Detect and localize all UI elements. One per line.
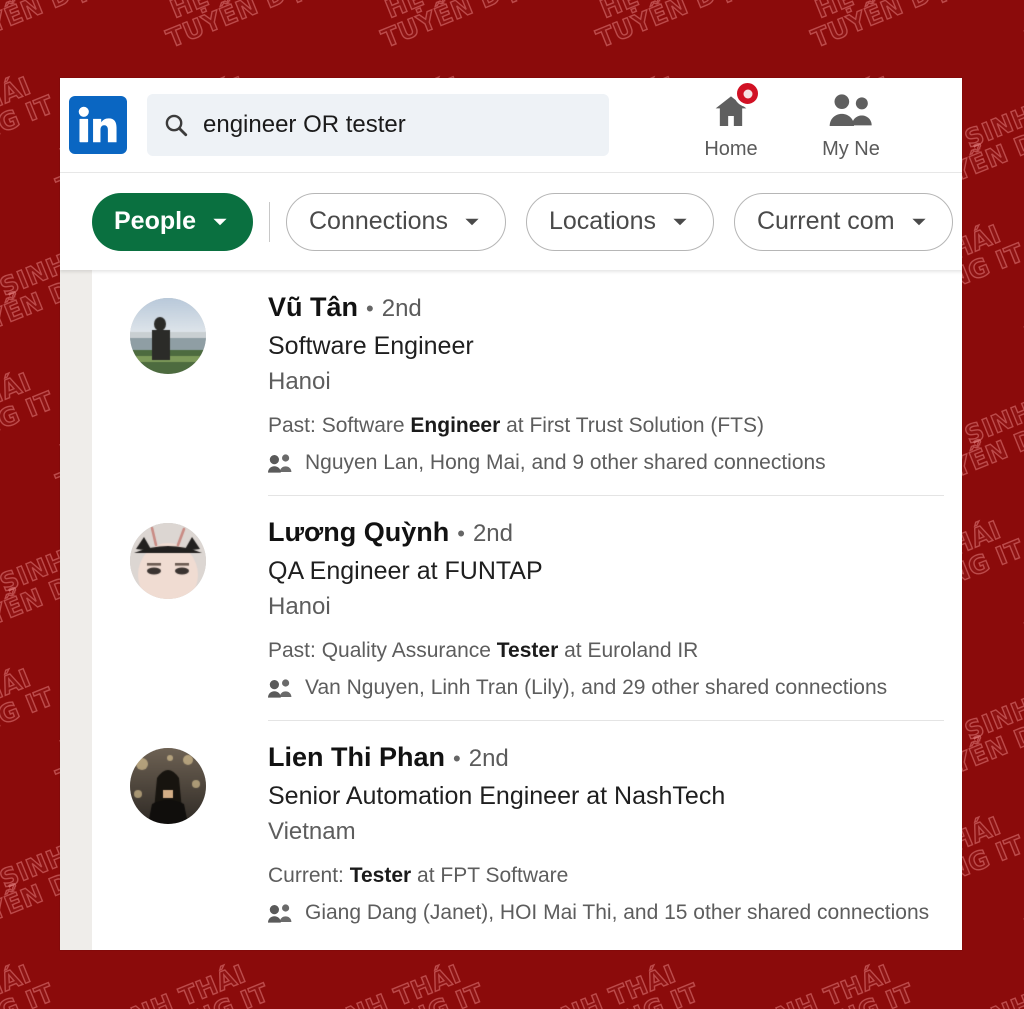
result-details: Vũ Tân • 2nd Software Engineer Hanoi Past: So… [268, 292, 826, 495]
filter-pill-current-company-label: Current com [757, 207, 895, 235]
result-experience-highlight: Engineer [410, 414, 501, 437]
filter-pill-current-company[interactable]: Current com [734, 192, 953, 251]
watermark-text: HỆ SINH THÁITUYỂN DỤNG IT [43, 956, 274, 1009]
watermark-text: HỆ SINH THÁITUYỂN DỤNG IT [0, 0, 169, 54]
result-location: Vietnam [268, 818, 356, 845]
watermark-text: HỆ SINH THÁITUYỂN DỤNG IT [0, 70, 59, 202]
filter-pill-locations-label: Locations [548, 207, 656, 235]
search-result-item[interactable]: Lương Quỳnh • 2nd QA Engineer at FUNTAP Hano… [130, 495, 962, 720]
result-experience: Past: Software Engineer at First Trust S… [268, 414, 764, 437]
page-gutter [60, 270, 92, 950]
chevron-down-icon [465, 218, 479, 225]
results-area: Vũ Tân • 2nd Software Engineer Hanoi Past: So… [60, 270, 962, 950]
result-separator: • [453, 746, 461, 771]
nav-item-my-network-label: My Ne [822, 138, 880, 160]
filter-pill-people[interactable]: People [92, 192, 253, 251]
result-headline: Senior Automation Engineer at NashTech [268, 782, 726, 810]
my-network-icon [826, 89, 876, 131]
result-shared-connections[interactable]: Van Nguyen, Linh Tran (Lily), and 29 oth… [268, 676, 887, 700]
nav-item-home-label: Home [704, 138, 758, 160]
result-divider [268, 720, 944, 721]
shared-connections-icon [268, 454, 292, 473]
shared-connections-icon [268, 904, 292, 923]
result-degree-badge: 2nd [381, 295, 422, 322]
filter-pill-locations[interactable]: Locations [525, 192, 714, 251]
watermark-text: HỆ SINH THÁITUYỂN DỤNG IT [0, 662, 59, 794]
result-name[interactable]: Lien Thi Phan [268, 742, 445, 773]
search-box[interactable] [147, 94, 609, 156]
result-headline: Software Engineer [268, 332, 474, 360]
result-experience: Past: Quality Assurance Tester at Eurola… [268, 639, 699, 662]
watermark-text: HỆ SINH THÁITUYỂN DỤNG IT [798, 0, 1024, 54]
watermark-text: HỆ SINH THÁITUYỂN DỤNG IT [0, 366, 59, 498]
list-bottom-edge [92, 940, 962, 950]
watermark-text: HỆ SINH THÁITUYỂN DỤNG IT [1013, 216, 1024, 350]
watermark-text: HỆ SINH THÁITUYỂN DỤNG IT [153, 0, 384, 54]
result-divider [268, 495, 944, 496]
home-icon [711, 80, 761, 131]
linkedin-logo[interactable] [69, 96, 127, 154]
result-separator: • [457, 521, 465, 546]
shared-connections-text: Nguyen Lan, Hong Mai, and 9 other shared… [305, 451, 826, 474]
watermark-text: HỆ SINH THÁITUYỂN DỤNG IT [1013, 0, 1024, 54]
result-experience-highlight: Tester [496, 639, 559, 662]
result-name[interactable]: Lương Quỳnh [268, 517, 449, 548]
result-degree-badge: 2nd [472, 520, 513, 547]
shared-connections-text: Giang Dang (Janet), HOI Mai Thi, and 15 … [305, 901, 930, 924]
result-experience: Current: Tester at FPT Software [268, 864, 569, 887]
search-filter-bar: People Connections Locations Current com [60, 173, 962, 270]
watermark-text: HỆ SINH THÁITUYỂN DỤNG IT [903, 956, 1024, 1009]
result-shared-connections[interactable]: Giang Dang (Janet), HOI Mai Thi, and 15 … [268, 901, 929, 925]
watermark-text: HỆ SINH THÁITUYỂN DỤNG IT [688, 956, 919, 1009]
result-headline: QA Engineer at FUNTAP [268, 557, 543, 585]
filter-pill-people-label: People [114, 207, 196, 235]
result-name-line: Vũ Tân • 2nd [268, 292, 826, 323]
result-location: Hanoi [268, 368, 331, 395]
result-shared-connections[interactable]: Nguyen Lan, Hong Mai, and 9 other shared… [268, 451, 826, 475]
search-result-item[interactable]: Vũ Tân • 2nd Software Engineer Hanoi Past: So… [130, 270, 962, 495]
result-degree-badge: 2nd [468, 745, 509, 772]
result-name-line: Lien Thi Phan • 2nd [268, 742, 929, 773]
result-details: Lien Thi Phan • 2nd Senior Automation Engin… [268, 742, 929, 945]
chevron-down-icon [673, 218, 687, 225]
search-results-list: Vũ Tân • 2nd Software Engineer Hanoi Past: So… [92, 270, 962, 950]
search-input[interactable] [203, 111, 593, 139]
watermark-text: HỆ SINH THÁITUYỂN DỤNG IT [1013, 808, 1024, 942]
avatar-vu-tan[interactable] [130, 298, 206, 374]
avatar-luong-quynh[interactable] [130, 523, 206, 599]
linkedin-window: Home My Ne People Connections [60, 78, 962, 950]
result-name-line: Lương Quỳnh • 2nd [268, 517, 887, 548]
result-experience-highlight: Tester [349, 864, 412, 887]
nav-item-home[interactable]: Home [687, 80, 775, 161]
search-result-item[interactable]: Lien Thi Phan • 2nd Senior Automation Engin… [130, 720, 962, 945]
global-nav-bar: Home My Ne [60, 78, 962, 173]
filter-pill-connections[interactable]: Connections [285, 192, 506, 251]
chevron-down-icon [213, 218, 227, 225]
result-location: Hanoi [268, 593, 331, 620]
watermark-text: HỆ SINH THÁITUYỂN DỤNG IT [583, 0, 814, 54]
avatar-lien-thi-phan[interactable] [130, 748, 206, 824]
search-icon [165, 114, 188, 137]
shared-connections-text: Van Nguyen, Linh Tran (Lily), and 29 oth… [305, 676, 888, 699]
watermark-text: HỆ SINH THÁITUYỂN DỤNG IT [473, 956, 704, 1009]
watermark-text: HỆ SINH THÁITUYỂN DỤNG IT [368, 0, 599, 54]
result-details: Lương Quỳnh • 2nd QA Engineer at FUNTAP Hano… [268, 517, 887, 720]
watermark-text: HỆ SINH THÁITUYỂN DỤNG IT [1013, 512, 1024, 646]
shared-connections-icon [268, 679, 292, 698]
result-separator: • [366, 296, 374, 321]
watermark-text: HỆ SINH THÁITUYỂN DỤNG IT [0, 956, 59, 1009]
nav-item-my-network[interactable]: My Ne [807, 89, 895, 161]
filter-pill-connections-label: Connections [308, 207, 448, 235]
filter-divider [268, 201, 270, 242]
result-name[interactable]: Vũ Tân [268, 292, 358, 323]
chevron-down-icon [911, 218, 926, 225]
notification-badge [734, 80, 761, 107]
watermark-text: HỆ SINH THÁITUYỂN DỤNG IT [258, 956, 489, 1009]
